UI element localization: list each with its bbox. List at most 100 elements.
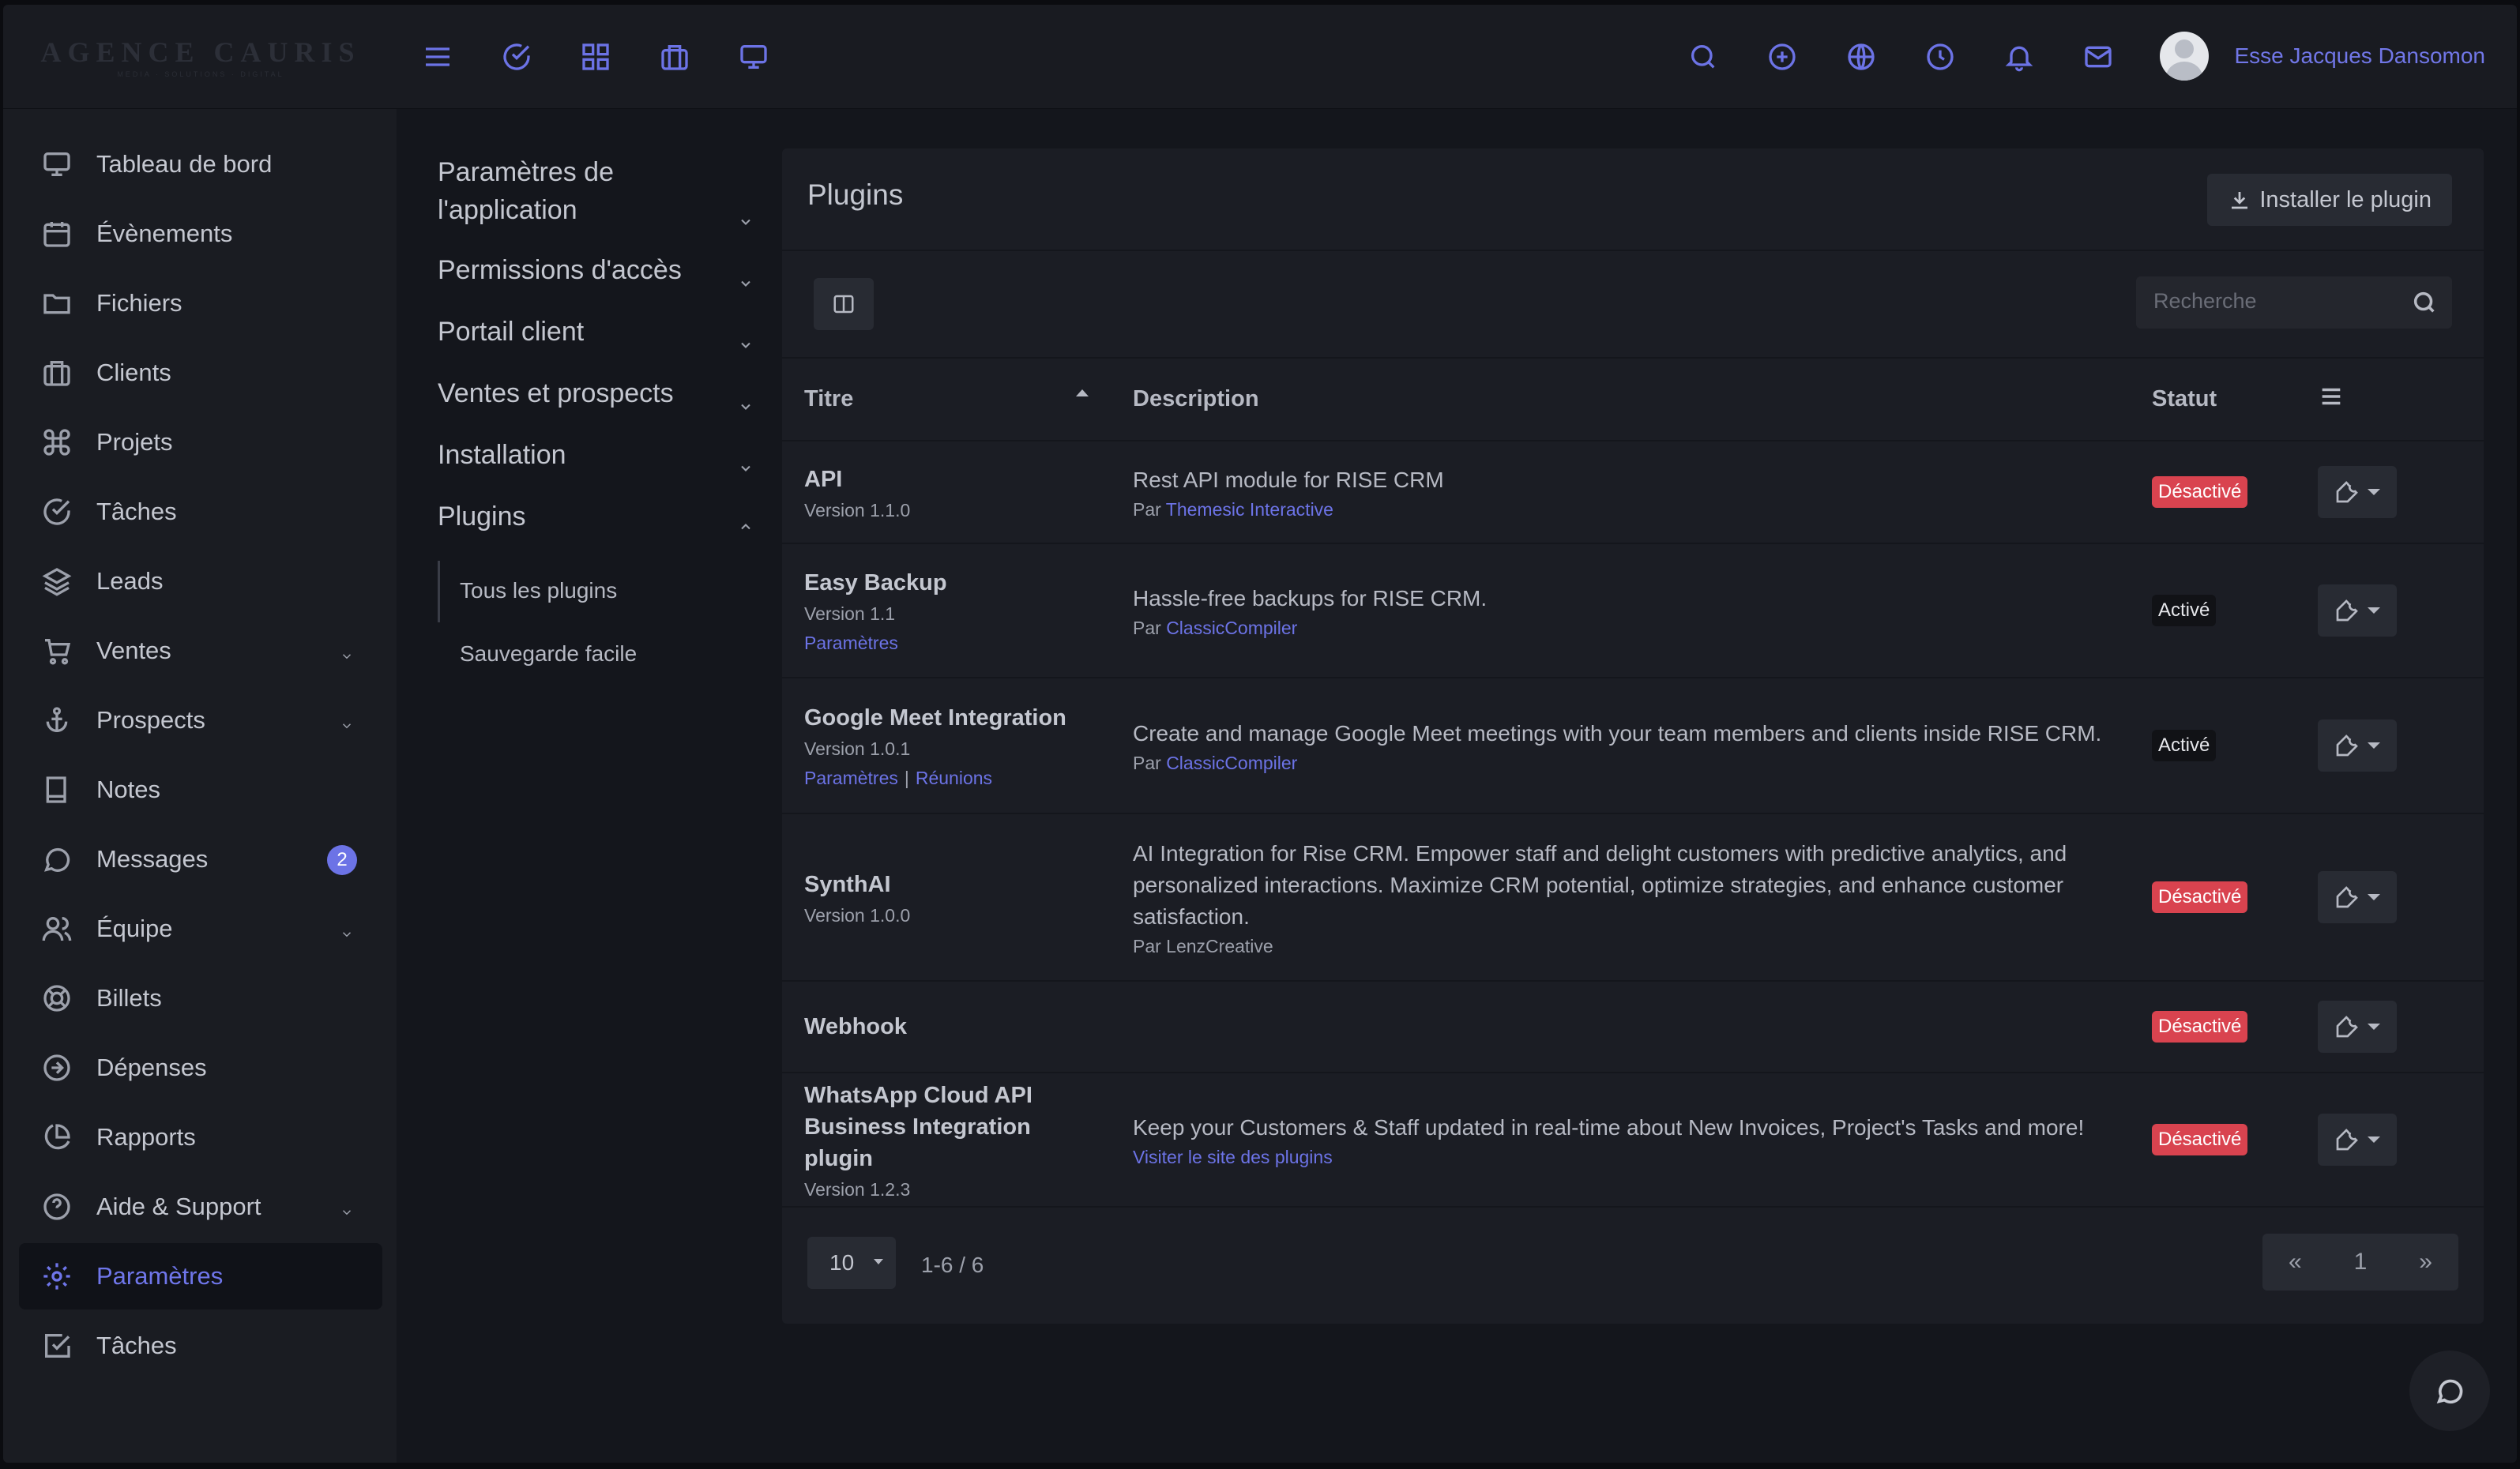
briefcase-icon[interactable]	[651, 33, 698, 81]
avatar[interactable]	[2160, 32, 2210, 81]
menu-icon[interactable]	[414, 33, 461, 81]
sidebar-item-messages[interactable]: Messages 2	[19, 826, 382, 892]
search-icon[interactable]	[1679, 33, 1727, 81]
wrench-icon	[2336, 886, 2358, 908]
page-size-select[interactable]: 10	[807, 1237, 896, 1289]
pagination: « 1 »	[2262, 1234, 2458, 1291]
plugin-settings-link[interactable]: Paramètres	[804, 768, 898, 788]
sidebar-item-label: Messages	[96, 845, 209, 873]
settings-menu-sales-prospects[interactable]: Ventes et prospects	[438, 374, 754, 412]
plugin-actions-button[interactable]	[2318, 1114, 2397, 1166]
user-menu[interactable]: Esse Jacques Dansomon	[2160, 32, 2485, 81]
column-header-actions[interactable]	[2296, 359, 2484, 441]
plugin-actions-button[interactable]	[2318, 584, 2397, 637]
plugin-description-line: AI Integration for Rise CRM. Empower sta…	[1133, 840, 2067, 866]
plugin-actions-button[interactable]	[2318, 871, 2397, 923]
sidebar-item-prospects[interactable]: Prospects	[19, 687, 382, 753]
plugin-site-link[interactable]: Visiter le site des plugins	[1133, 1147, 1333, 1167]
settings-menu-installation[interactable]: Installation	[438, 436, 754, 474]
settings-menu-easy-backup[interactable]: Sauvegarde facile	[460, 641, 637, 667]
grid-icon[interactable]	[572, 33, 619, 81]
sidebar-item-projets[interactable]: Projets	[19, 409, 382, 475]
plugins-table: Titre Description Statut API Version 1.1…	[782, 359, 2484, 1208]
column-header-status[interactable]: Statut	[2130, 359, 2296, 441]
chevron-down-icon	[738, 325, 754, 348]
plugin-name: WhatsApp Cloud API	[804, 1082, 1032, 1108]
wrench-icon	[2336, 1016, 2358, 1038]
chevron-down-icon	[738, 264, 754, 287]
plugin-author-link[interactable]: Themesic Interactive	[1166, 499, 1333, 520]
sidebar-item-parametres[interactable]: Paramètres	[19, 1243, 382, 1309]
column-header-title[interactable]: Titre	[782, 359, 1111, 441]
clock-icon[interactable]	[1916, 33, 1964, 81]
check-circle-icon[interactable]	[493, 33, 540, 81]
wrench-icon	[2336, 1129, 2358, 1151]
plugin-actions-button[interactable]	[2318, 719, 2397, 772]
arrow-circle-icon	[43, 1054, 70, 1081]
mail-icon[interactable]	[2074, 33, 2122, 81]
sidebar-item-label: Notes	[96, 776, 160, 803]
plugin-settings-link[interactable]: Paramètres	[804, 633, 898, 653]
plugin-version: Version 1.0.0	[804, 904, 911, 926]
status-badge: Désactivé	[2152, 881, 2248, 913]
search-icon[interactable]	[2411, 289, 2438, 316]
settings-menu-app-params[interactable]: Paramètres de l'application	[438, 153, 754, 229]
current-page-button[interactable]: 1	[2354, 1249, 2368, 1276]
plugin-by: Par	[1133, 498, 1161, 520]
book-icon	[46, 776, 66, 803]
chevron-down-icon	[340, 919, 354, 937]
plugin-meetings-link[interactable]: Réunions	[916, 768, 992, 788]
cart-icon	[45, 639, 71, 665]
sidebar-item-tableau-de-bord[interactable]: Tableau de bord	[19, 131, 382, 197]
sidebar-item-fichiers[interactable]: Fichiers	[19, 270, 382, 336]
menu-icon[interactable]	[2318, 388, 2345, 415]
settings-menu-permissions[interactable]: Permissions d'accès	[438, 251, 754, 289]
settings-menu-client-portal[interactable]: Portail client	[438, 313, 754, 351]
sidebar-item-label: Leads	[96, 567, 164, 595]
column-header-description[interactable]: Description	[1111, 359, 2130, 441]
settings-menu-plugins[interactable]: Plugins	[438, 498, 754, 535]
status-badge: Désactivé	[2152, 476, 2248, 508]
sidebar-item-depenses[interactable]: Dépenses	[19, 1035, 382, 1101]
sidebar-item-label: Aide & Support	[96, 1193, 261, 1220]
settings-menu-all-plugins[interactable]: Tous les plugins	[460, 578, 617, 603]
brand-logo[interactable]: AGENCE CAURIS MEDIA · SOLUTIONS · DIGITA…	[3, 5, 398, 109]
status-badge: Désactivé	[2152, 1124, 2248, 1155]
plugin-actions-button[interactable]	[2318, 1001, 2397, 1053]
brand-tagline: MEDIA · SOLUTIONS · DIGITAL	[117, 70, 284, 78]
last-page-button[interactable]: »	[2419, 1249, 2432, 1276]
user-name[interactable]: Esse Jacques Dansomon	[2234, 43, 2485, 69]
column-toggle-button[interactable]	[814, 278, 874, 330]
install-plugin-button[interactable]: Installer le plugin	[2207, 174, 2452, 226]
plugin-actions-button[interactable]	[2318, 466, 2397, 518]
monitor-icon[interactable]	[730, 33, 777, 81]
sidebar-item-taches-2[interactable]: Tâches	[19, 1313, 382, 1379]
status-badge: Activé	[2152, 595, 2217, 626]
caret-down-icon	[2368, 489, 2380, 495]
table-toolbar	[782, 251, 2484, 359]
sidebar-item-taches[interactable]: Tâches	[19, 479, 382, 545]
bell-icon[interactable]	[1995, 33, 2043, 81]
sidebar-item-aide-support[interactable]: Aide & Support	[19, 1174, 382, 1240]
sidebar-item-evenements[interactable]: Évènements	[19, 201, 382, 267]
plugin-author-link[interactable]: ClassicCompiler	[1166, 753, 1297, 773]
chevron-down-icon	[340, 641, 354, 659]
sidebar-item-label: Billets	[96, 984, 162, 1012]
sidebar-item-billets[interactable]: Billets	[19, 965, 382, 1031]
first-page-button[interactable]: «	[2289, 1249, 2302, 1276]
plugin-description: Keep your Customers & Staff updated in r…	[1133, 1114, 2085, 1140]
chevron-up-icon	[738, 507, 754, 530]
status-badge: Activé	[2152, 730, 2217, 761]
sidebar-item-clients[interactable]: Clients	[19, 340, 382, 406]
sidebar-item-rapports[interactable]: Rapports	[19, 1104, 382, 1170]
sidebar-item-leads[interactable]: Leads	[19, 548, 382, 614]
chat-button[interactable]	[2409, 1351, 2490, 1431]
settings-menu: Paramètres de l'application Permissions …	[397, 109, 769, 1463]
sidebar-item-notes[interactable]: Notes	[19, 757, 382, 823]
globe-icon[interactable]	[1837, 33, 1885, 81]
search-input[interactable]	[2153, 289, 2406, 314]
sidebar-item-ventes[interactable]: Ventes	[19, 618, 382, 684]
sidebar-item-equipe[interactable]: Équipe	[19, 896, 382, 962]
plugin-author-link[interactable]: ClassicCompiler	[1166, 618, 1297, 638]
plus-circle-icon[interactable]	[1758, 33, 1806, 81]
